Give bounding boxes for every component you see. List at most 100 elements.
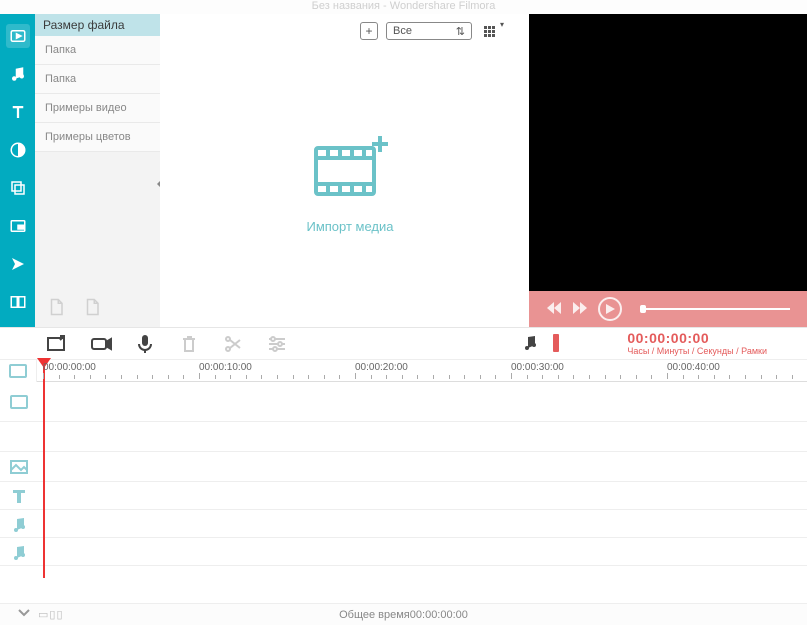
transitions-tab[interactable] (6, 252, 30, 276)
plus-icon: + (365, 24, 372, 38)
folder-item-3[interactable]: Примеры видео (35, 94, 160, 123)
skip-forward-icon (572, 301, 588, 315)
layers-tab[interactable] (6, 176, 30, 200)
import-media-dropzone[interactable]: Импорт медиа (280, 134, 420, 234)
text-track-row[interactable] (37, 482, 807, 510)
view-grid-toggle[interactable]: ▾ (480, 22, 498, 40)
music-icon (9, 65, 27, 83)
record-webcam-button[interactable] (88, 331, 114, 357)
audio-mixer-button[interactable] (523, 334, 537, 353)
split-button[interactable] (220, 331, 246, 357)
timecode-display: 00:00:00:00 Часы / Минуты / Секунды / Ра… (627, 330, 767, 356)
window-title: Без названия - Wondershare Filmora (312, 0, 496, 12)
music-track-icon-2 (12, 544, 26, 560)
title-bar: Без названия - Wondershare Filmora (0, 0, 807, 14)
folder-item-4[interactable]: Примеры цветов (35, 123, 160, 152)
add-button[interactable]: + (360, 22, 378, 40)
record-screen-button[interactable] (44, 331, 70, 357)
video-track-header-icon (9, 364, 27, 378)
page-icon[interactable] (83, 297, 101, 317)
elements-tab[interactable] (6, 214, 30, 238)
microphone-icon (137, 334, 153, 354)
transition-icon (9, 255, 27, 273)
ruler-label-2: 00:00:20:00 (355, 362, 408, 373)
filter-label: Все (393, 25, 412, 37)
video-track-row[interactable] (37, 382, 807, 422)
effects-tab[interactable] (6, 138, 30, 162)
video-track-label[interactable] (0, 382, 37, 422)
overlay-icon (9, 179, 27, 197)
timeline-ruler[interactable]: 00:00:00:00 00:00:10:00 00:00:20:00 00:0… (37, 360, 807, 382)
folder-item-1[interactable]: Папка (35, 36, 160, 65)
grid-icon (484, 26, 495, 37)
scissors-icon (224, 335, 242, 353)
play-button[interactable] (598, 297, 622, 321)
music-tab[interactable] (6, 62, 30, 86)
screen-capture-icon (46, 334, 68, 354)
file-panel: Размер файла Папка Папка Примеры видео П… (35, 14, 160, 327)
mode-sidebar (0, 14, 35, 327)
timeline-area: 00:00:00:00 Часы / Минуты / Секунды / Ра… (0, 328, 807, 566)
split-icon (9, 293, 27, 311)
audio2-track-label[interactable] (0, 538, 37, 566)
prev-frame-button[interactable] (546, 301, 562, 318)
folder-item-2[interactable]: Папка (35, 65, 160, 94)
video-track-icon (10, 395, 28, 409)
ruler-label-4: 00:00:40:00 (667, 362, 720, 373)
video-icon (9, 27, 27, 45)
track-rows[interactable] (37, 382, 807, 566)
pip-track-label[interactable] (0, 452, 37, 482)
filter-select[interactable]: Все ⇅ (386, 22, 472, 40)
pip-track-row[interactable] (37, 452, 807, 482)
timecode-units: Часы / Минуты / Секунды / Рамки (627, 346, 767, 356)
play-icon (605, 304, 615, 314)
image-track-icon (10, 460, 28, 474)
text-track-label[interactable] (0, 482, 37, 510)
track-label-column (0, 382, 37, 566)
chevron-down-icon (18, 608, 30, 618)
import-media-icon (310, 134, 390, 204)
sliders-icon (268, 336, 286, 352)
contrast-icon (9, 141, 27, 159)
media-toolbar: + Все ⇅ ▾ (360, 22, 498, 40)
media-tab[interactable] (6, 24, 30, 48)
timeline-ruler-row: 00:00:00:00 00:00:10:00 00:00:20:00 00:0… (0, 360, 807, 382)
text-tab[interactable] (6, 100, 30, 124)
page-add-icon[interactable] (47, 297, 65, 317)
next-frame-button[interactable] (572, 301, 588, 318)
total-time-label: Общее время (339, 609, 410, 621)
ruler-label-3: 00:00:30:00 (511, 362, 564, 373)
pip-icon (9, 217, 27, 235)
delete-button[interactable] (176, 331, 202, 357)
text-track-icon (12, 489, 26, 503)
total-time-value: 00:00:00:00 (410, 609, 468, 621)
audio1-track-row[interactable] (37, 510, 807, 538)
tracks (0, 382, 807, 566)
file-panel-footer (35, 287, 160, 327)
spacer-track-label (0, 422, 37, 452)
timeline-toolbar: 00:00:00:00 Часы / Минуты / Секунды / Ра… (0, 328, 807, 360)
media-library: + Все ⇅ ▾ Импорт медиа (160, 14, 529, 327)
audio2-track-row[interactable] (37, 538, 807, 566)
trash-icon (181, 335, 197, 353)
zoom-out-button[interactable] (18, 608, 30, 621)
split-tab[interactable] (6, 290, 30, 314)
preview-pane (529, 14, 807, 327)
status-bar: ▭▯▯ Общее время 00:00:00:00 (0, 603, 807, 625)
import-label: Импорт медиа (280, 219, 420, 234)
seek-slider[interactable] (640, 308, 790, 310)
text-icon (9, 103, 27, 121)
settings-button[interactable] (264, 331, 290, 357)
spacer-row (37, 422, 807, 452)
music-small-icon (523, 334, 537, 350)
camera-icon (90, 335, 112, 353)
ruler-label-0: 00:00:00:00 (43, 362, 96, 373)
preview-canvas (529, 14, 807, 291)
timeline-view-toggle[interactable]: ▭▯▯ (38, 608, 64, 621)
music-track-icon (12, 516, 26, 532)
record-voiceover-button[interactable] (132, 331, 158, 357)
timeline-header-left (0, 360, 37, 382)
upper-workspace: Размер файла Папка Папка Примеры видео П… (0, 14, 807, 328)
audio1-track-label[interactable] (0, 510, 37, 538)
timecode-marker-icon (553, 334, 559, 352)
